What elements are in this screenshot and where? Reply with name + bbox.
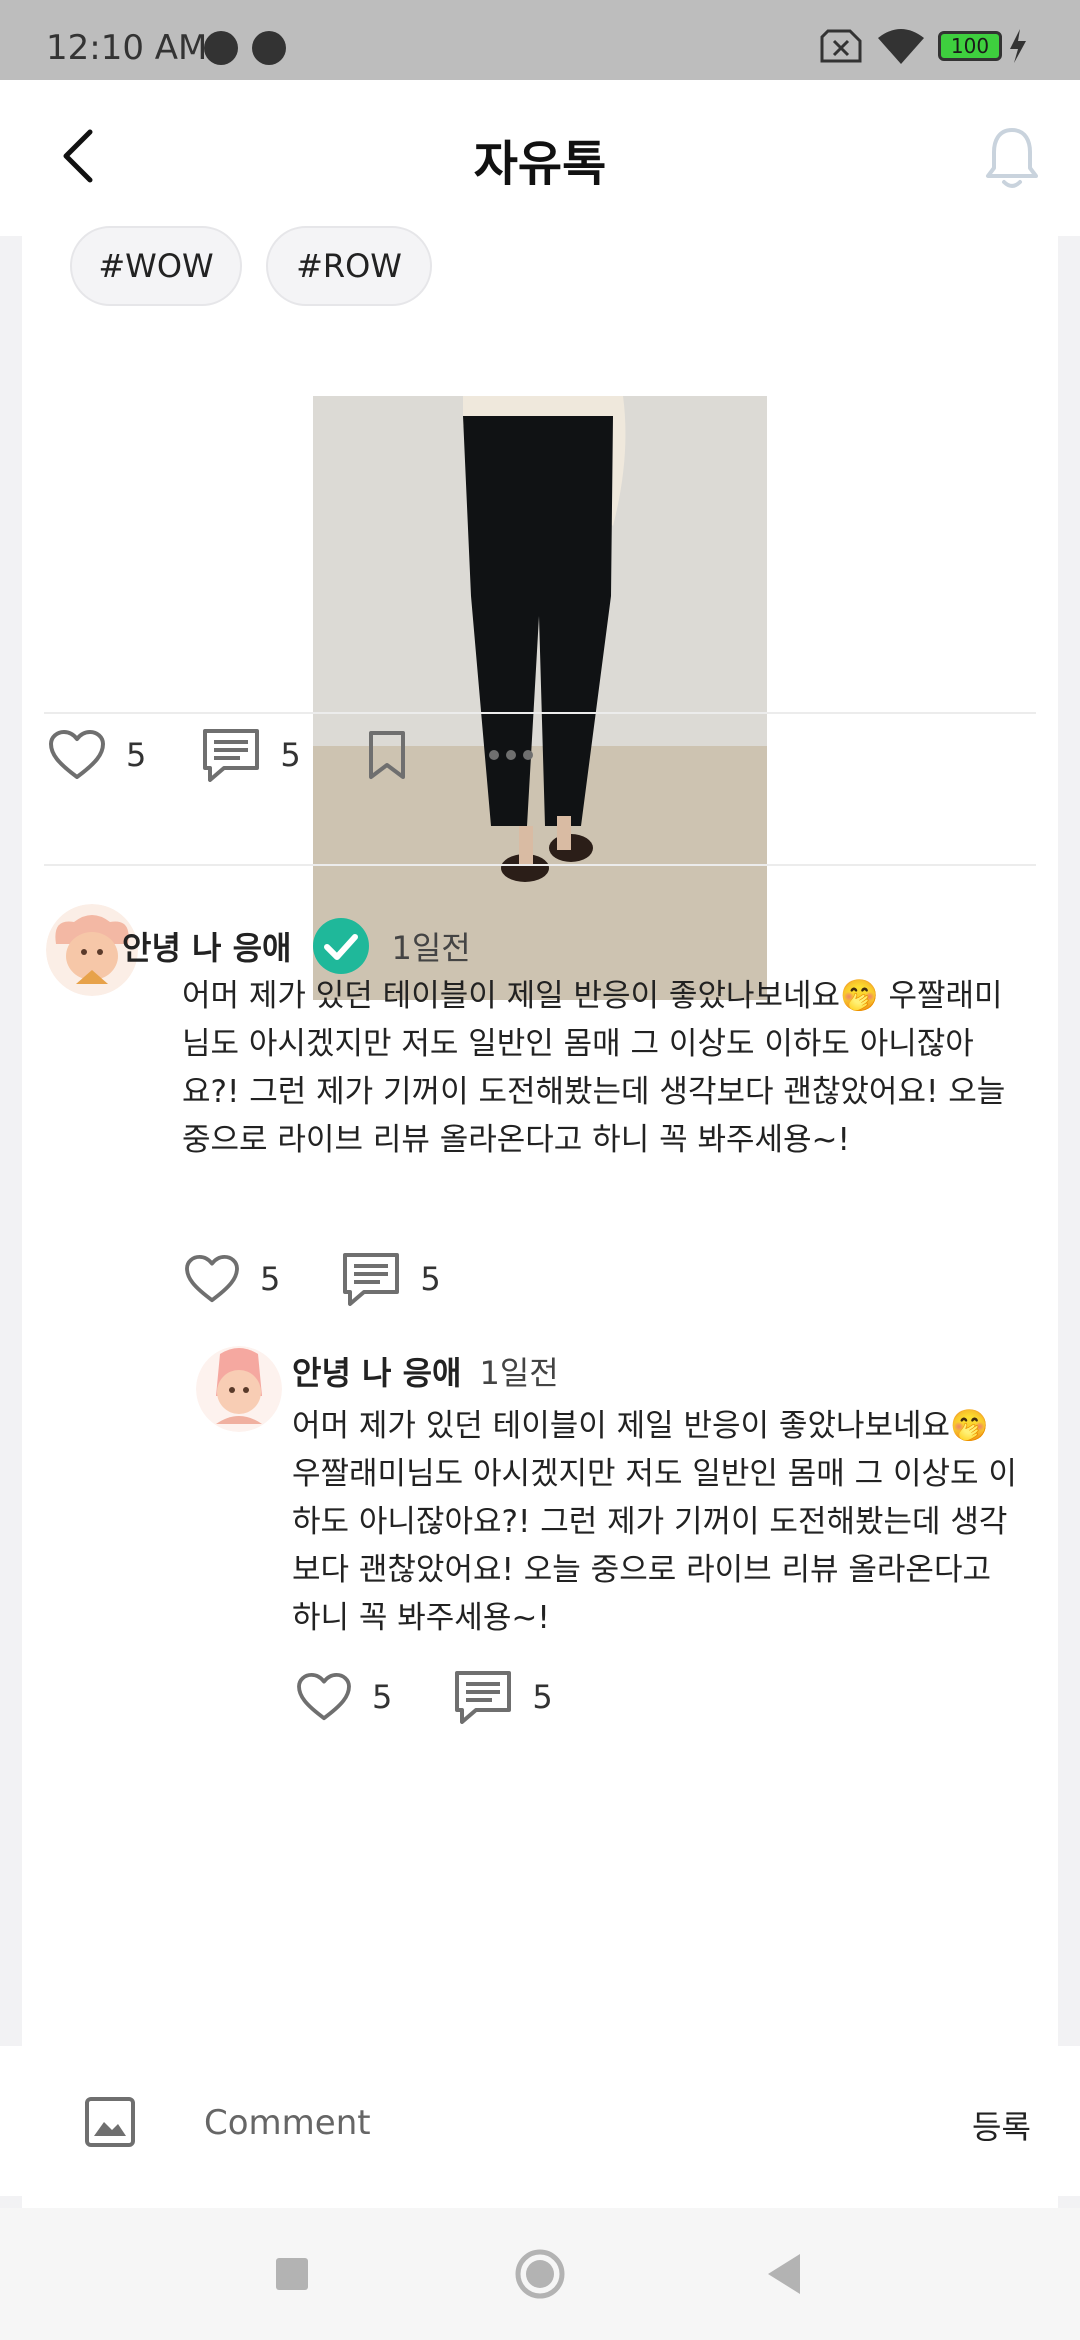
post-content: #WOW #ROW 5 5 안녕 나 응애 1일전 어머 제가 있던 테이블이 … [22,226,1058,2208]
recents-button[interactable] [276,2258,308,2290]
like-count: 5 [372,1678,393,1716]
more-icon[interactable] [487,748,535,762]
submit-button[interactable]: 등록 [972,2102,1031,2148]
comment-actions: 5 5 [296,1670,553,1724]
reply-button[interactable]: 5 [342,1252,441,1306]
comment-text: 어머 제가 있던 테이블이 제일 반응이 좋았나보네요🤭 우짤래미님도 아시겠지… [292,1408,1017,1636]
like-count: 5 [260,1260,281,1298]
comment-header: 안녕 나 응애 1일전 [122,918,471,974]
reply-count: 5 [532,1678,553,1716]
comment-header: 안녕 나 응애 1일전 [292,1348,559,1394]
home-button[interactable] [514,2248,566,2300]
image-attach-icon[interactable] [84,2096,136,2148]
comment-time: 1일전 [391,929,471,967]
charging-icon [1010,29,1026,63]
heart-icon [49,730,105,779]
avatar[interactable] [196,1346,282,1432]
comment-icon [343,1253,400,1306]
battery-icon: 100 [938,31,1002,61]
comment-count: 5 [280,736,301,774]
status-icons: 100 [820,26,1028,66]
notification-icon [252,31,286,65]
like-count: 5 [126,736,147,774]
status-bar: 12:10 AM 100 [0,0,1080,80]
comment-input[interactable] [204,2096,804,2150]
heart-icon [185,1254,239,1303]
back-nav-button[interactable] [764,2252,804,2296]
comment-icon [203,729,260,782]
divider [44,712,1036,714]
comment-author[interactable]: 안녕 나 응애 [292,1348,461,1394]
reply-button[interactable]: 5 [454,1670,553,1724]
system-nav-bar [0,2208,1080,2340]
post-actions: 5 5 [48,728,535,782]
bookmark-icon[interactable] [365,729,409,781]
status-time: 12:10 AM [46,28,208,68]
comment-button[interactable]: 5 [202,728,301,782]
app-header: 자유톡 [0,80,1080,236]
comment-like-button[interactable]: 5 [184,1254,280,1304]
comment-bar: 등록 [0,2046,1080,2196]
comment-time: 1일전 [479,1354,559,1392]
page-title: 자유톡 [473,136,607,192]
comment-like-button[interactable]: 5 [296,1672,392,1722]
comment-author[interactable]: 안녕 나 응애 [122,923,291,969]
wifi-icon [878,29,924,64]
heart-icon [297,1672,351,1721]
post-image[interactable] [313,396,767,1000]
verified-check-icon [313,918,370,974]
comment-icon [455,1671,512,1724]
comment-text: 어머 제가 있던 테이블이 제일 반응이 좋았나보네요🤭 우짤래미님도 아시겠지… [182,978,1006,1158]
notification-icon [204,31,238,65]
like-button[interactable]: 5 [48,729,146,781]
bell-icon[interactable] [980,124,1044,194]
comment-actions: 5 5 [184,1252,441,1306]
hashtag-chip[interactable]: #ROW [266,226,432,306]
no-sim-icon [820,29,862,63]
divider [44,864,1036,866]
hashtag-chip[interactable]: #WOW [70,226,242,306]
reply-count: 5 [420,1260,441,1298]
